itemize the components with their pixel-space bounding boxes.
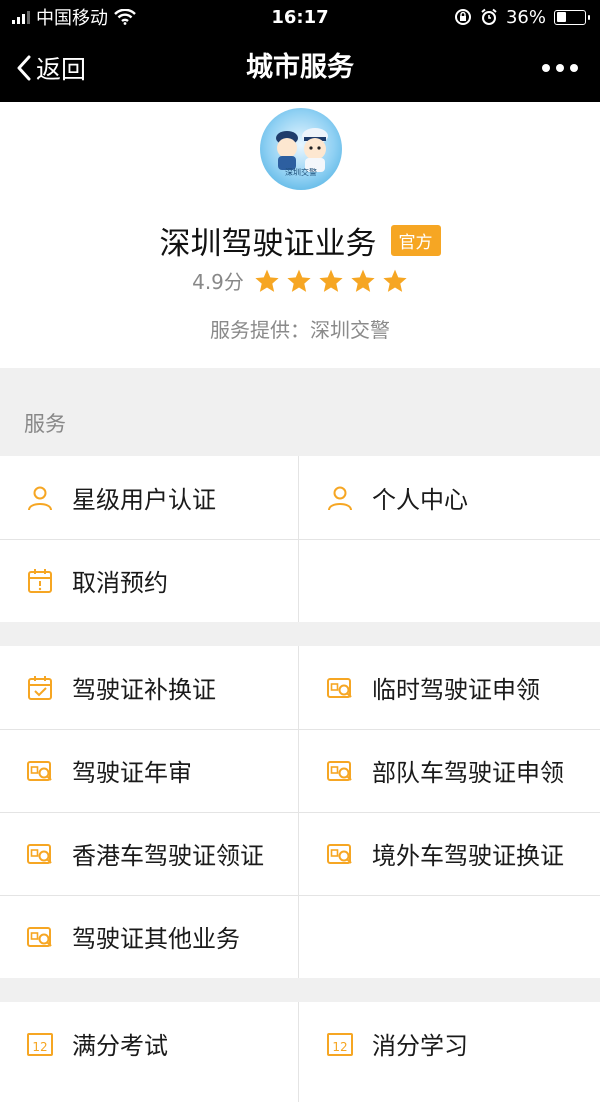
- rating-row: 4.9分: [0, 266, 600, 295]
- service-item-label: 消分学习: [372, 1032, 468, 1060]
- page-title: 城市服务: [246, 52, 354, 83]
- service-item[interactable]: 临时驾驶证申领: [300, 646, 600, 729]
- service-item[interactable]: 12 满分考试: [0, 1002, 300, 1085]
- svg-text:12: 12: [332, 1040, 347, 1054]
- service-item[interactable]: 驾驶证年审: [0, 729, 300, 812]
- license-search-icon: [27, 843, 52, 864]
- service-item-label: 驾驶证补换证: [72, 676, 216, 704]
- service-item-label: 个人中心: [372, 486, 468, 514]
- logo-text: 深圳交警: [285, 168, 317, 177]
- license-search-icon: [27, 926, 52, 947]
- service-title: 深圳驾驶证业务: [159, 226, 377, 262]
- rotation-lock-icon: [454, 9, 471, 25]
- service-item[interactable]: 境外车驾驶证换证: [300, 812, 600, 895]
- more-dot-icon: [556, 64, 564, 72]
- status-right: 36%: [454, 6, 590, 28]
- star-icon: [383, 269, 407, 292]
- service-item-label: 取消预约: [72, 569, 168, 597]
- license-search-icon: [327, 843, 352, 864]
- service-item[interactable]: 驾驶证补换证: [0, 646, 300, 729]
- column-divider: [298, 456, 299, 622]
- service-provider: 服务提供：深圳交警: [210, 318, 390, 342]
- section-label: 服务: [24, 412, 66, 436]
- service-item-label: 满分考试: [72, 1032, 168, 1060]
- calendar-check-icon: [28, 675, 52, 700]
- row-divider: [0, 539, 600, 540]
- service-item[interactable]: 星级用户认证: [0, 456, 300, 539]
- star-icon: [287, 269, 311, 292]
- person-icon: [328, 486, 352, 510]
- row-divider: [0, 812, 600, 813]
- more-dot-icon: [542, 64, 550, 72]
- calendar-alert-icon: [28, 568, 52, 593]
- service-item-label: 临时驾驶证申领: [372, 676, 540, 704]
- service-item-label: 星级用户认证: [72, 486, 216, 514]
- status-bar: 中国移动 16:17 36%: [0, 0, 600, 34]
- row-divider: [0, 729, 600, 730]
- more-dot-icon: [570, 64, 578, 72]
- service-item[interactable]: 部队车驾驶证申领: [300, 729, 600, 812]
- rating-score: 4.9分: [192, 270, 244, 294]
- row-divider: [0, 895, 600, 896]
- service-group-3: 12 满分考试 12 消分学习: [0, 1002, 600, 1102]
- calendar-12-icon: 12: [327, 1032, 353, 1056]
- service-item-label: 驾驶证其他业务: [72, 925, 240, 953]
- service-item[interactable]: 12 消分学习: [300, 1002, 600, 1085]
- service-item[interactable]: 个人中心: [300, 456, 600, 539]
- service-item-label: 香港车驾驶证领证: [72, 842, 264, 870]
- more-button[interactable]: [542, 34, 578, 102]
- battery-percent: 36%: [505, 6, 546, 28]
- service-header: 深圳交警 深圳驾驶证业务 官方 4.9分 服务提供：深圳交警: [0, 102, 600, 368]
- license-search-icon: [327, 760, 352, 781]
- column-divider: [298, 1002, 299, 1102]
- calendar-12-icon: 12: [27, 1032, 53, 1056]
- service-item[interactable]: 香港车驾驶证领证: [0, 812, 300, 895]
- battery-icon: [554, 9, 590, 25]
- battery-fill: [556, 12, 567, 22]
- license-search-icon: [327, 677, 352, 698]
- rating-stars: [254, 268, 408, 294]
- service-item-label: 部队车驾驶证申领: [372, 759, 564, 787]
- column-divider: [298, 646, 299, 978]
- service-logo: 深圳交警: [260, 108, 342, 190]
- star-icon: [255, 269, 279, 292]
- person-icon: [28, 486, 52, 510]
- service-group-1: 星级用户认证 个人中心取消预约: [0, 456, 600, 622]
- official-badge: 官方: [390, 225, 441, 256]
- nav-bar: 返回 城市服务: [0, 34, 600, 102]
- title-row: 深圳驾驶证业务 官方: [0, 218, 600, 263]
- service-item[interactable]: 驾驶证其他业务: [0, 895, 300, 978]
- service-item-label: 驾驶证年审: [72, 759, 192, 787]
- star-icon: [319, 269, 343, 292]
- svg-text:12: 12: [32, 1040, 47, 1054]
- service-item-label: 境外车驾驶证换证: [372, 842, 564, 870]
- star-icon: [351, 269, 375, 292]
- license-search-icon: [27, 760, 52, 781]
- alarm-icon: [481, 8, 497, 25]
- service-item[interactable]: 取消预约: [0, 539, 300, 622]
- service-group-2: 驾驶证补换证 临时驾驶证申领驾驶证年审 部队车驾驶证申领香港车驾驶证领证 境外车驾驶证…: [0, 646, 600, 978]
